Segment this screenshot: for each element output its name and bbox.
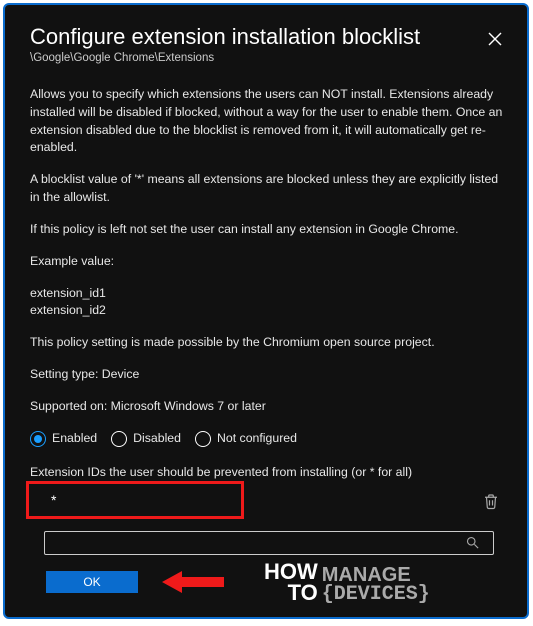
- desc-para-3: If this policy is left not set the user …: [30, 221, 506, 239]
- radio-disabled-label: Disabled: [133, 430, 181, 448]
- wm-devices: {DEVICES}: [322, 585, 430, 604]
- radio-notconfigured[interactable]: Not configured: [195, 430, 297, 448]
- radio-enabled-label: Enabled: [52, 430, 97, 448]
- policy-dialog: Configure extension installation blockli…: [8, 8, 524, 614]
- example-1: extension_id1: [30, 285, 506, 303]
- setting-type: Setting type: Device: [30, 366, 506, 384]
- desc-para-2: A blocklist value of '*' means all exten…: [30, 171, 506, 207]
- supported-on: Supported on: Microsoft Windows 7 or lat…: [30, 398, 506, 416]
- watermark: HOW TO MANAGE {DEVICES}: [264, 558, 430, 604]
- ok-button-label: OK: [83, 575, 100, 589]
- radio-icon: [30, 431, 46, 447]
- example-label: Example value:: [30, 253, 506, 271]
- description: Allows you to specify which extensions t…: [30, 86, 506, 555]
- desc-para-1: Allows you to specify which extensions t…: [30, 86, 506, 157]
- breadcrumb: \Google\Google Chrome\Extensions: [30, 52, 506, 64]
- radio-icon: [195, 431, 211, 447]
- search-icon[interactable]: [465, 535, 480, 550]
- dialog-title: Configure extension installation blockli…: [30, 24, 506, 50]
- example-2: extension_id2: [30, 302, 506, 320]
- blocklist-entry-highlighted[interactable]: *: [26, 481, 244, 519]
- blocklist-add-input[interactable]: [44, 531, 494, 555]
- state-radios: Enabled Disabled Not configured: [30, 430, 506, 448]
- blocklist-field-label: Extension IDs the user should be prevent…: [30, 464, 506, 482]
- desc-para-4: This policy setting is made possible by …: [30, 334, 506, 352]
- wm-to: TO: [264, 583, 318, 604]
- trash-icon[interactable]: [482, 492, 500, 510]
- radio-icon: [111, 431, 127, 447]
- ok-button[interactable]: OK: [46, 571, 138, 593]
- blocklist-entry-value: *: [51, 490, 56, 510]
- arrow-annotation-icon: [162, 568, 224, 596]
- radio-notconfigured-label: Not configured: [217, 430, 297, 448]
- radio-disabled[interactable]: Disabled: [111, 430, 181, 448]
- close-icon[interactable]: [486, 30, 504, 48]
- radio-enabled[interactable]: Enabled: [30, 430, 97, 448]
